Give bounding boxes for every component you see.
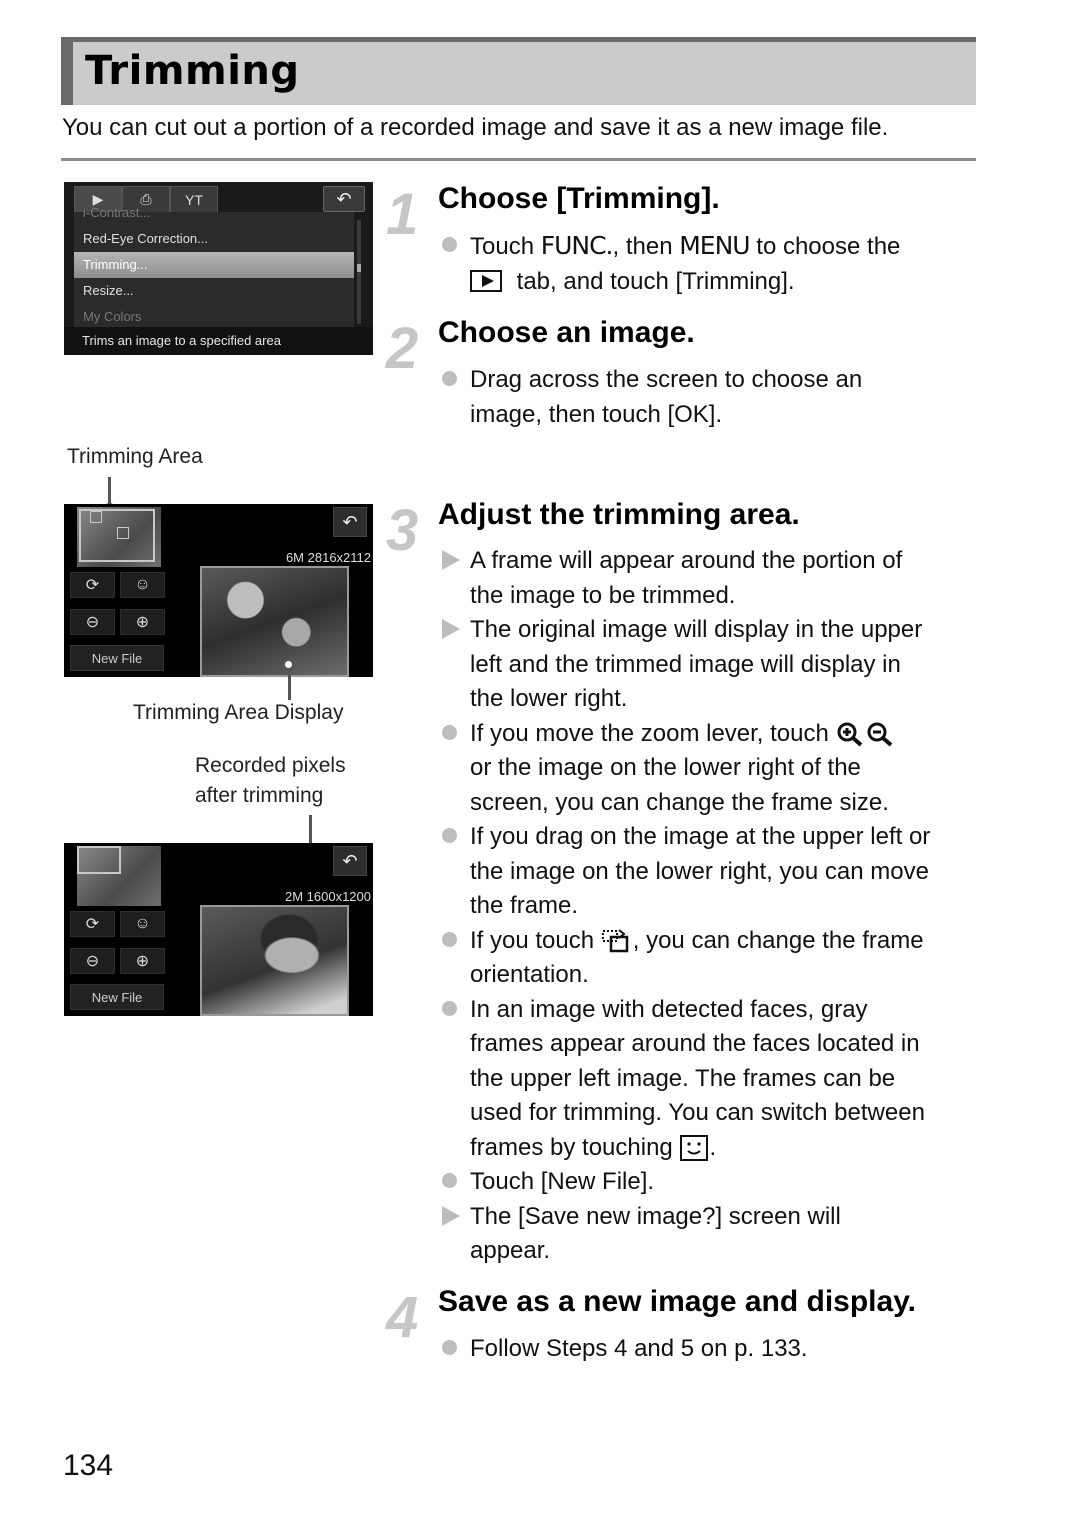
intro-text: You can cut out a portion of a recorded … (62, 114, 889, 141)
step-1-bullets: Touch FUNC., then MENU to choose the tab… (440, 229, 980, 299)
step-number: 2 (386, 316, 419, 381)
bullet-item: Touch [New File]. (440, 1165, 980, 1200)
face-select-icon (680, 1135, 709, 1162)
step-number: 3 (386, 498, 419, 563)
page-number: 134 (63, 1449, 114, 1482)
zoom-in-icon: ⊕ (135, 953, 150, 970)
bullet-item: In an image with detected faces, gray fr… (440, 993, 980, 1166)
recorded-pixels-label: 2M 1600x1200 (284, 889, 371, 904)
step-title: Choose [Trimming]. (438, 182, 720, 215)
bullet-dot-icon (440, 363, 460, 397)
bullet-dot-icon (440, 820, 460, 854)
header-divider (61, 158, 976, 161)
page-title: Trimming (85, 48, 300, 94)
face-select-icon: ☺ (134, 576, 151, 593)
camera-menu-screenshot: ▶ ⎙ YT ↶ i-Contrast... Red-Eye Correctio… (64, 182, 373, 355)
menu-item-trimming[interactable]: Trimming... (74, 252, 354, 278)
section-title-bar: Trimming (61, 37, 976, 105)
face-select-button[interactable]: ☺ (120, 911, 165, 937)
recorded-pixels-label: 6M 2816x2112 (285, 550, 371, 565)
step-title: Choose an image. (438, 316, 695, 349)
zoom-in-button[interactable]: ⊕ (120, 609, 165, 635)
zoom-in-button[interactable]: ⊕ (120, 948, 165, 974)
bullet-item: Touch FUNC., then MENU to choose the tab… (440, 229, 980, 299)
menu-help-text: Trims an image to a specified area (64, 327, 373, 355)
trim-screen-adjust: ↶ 6M 2816x2112 ⟳ ☺ ⊖ ⊕ New File (64, 504, 373, 677)
rotate-frame-icon (601, 929, 628, 953)
zoom-in-icon: ⊕ (135, 614, 150, 631)
step-3-bullets: A frame will appear around the portion o… (440, 544, 980, 1269)
zoom-out-icon: ⊖ (85, 614, 100, 631)
bullet-dot-icon (440, 924, 460, 958)
func-button-label: FUNC. (540, 231, 614, 260)
menu-item-i-contrast[interactable]: i-Contrast... (74, 200, 354, 226)
bullet-item: Follow Steps 4 and 5 on p. 133. (440, 1332, 980, 1367)
rotate-frame-icon: ⟳ (85, 577, 100, 594)
bullet-dot-icon (440, 1165, 460, 1199)
face-frame (117, 527, 129, 539)
bullet-item: The original image will display in the u… (440, 613, 980, 717)
bullet-item: Drag across the screen to choose an imag… (440, 363, 980, 432)
back-arrow-icon: ↶ (342, 850, 358, 871)
bullet-dot-icon (440, 993, 460, 1027)
trimmed-image-preview[interactable] (200, 905, 349, 1016)
menu-button-label: MENU (679, 231, 750, 260)
step-4-bullets: Follow Steps 4 and 5 on p. 133. (440, 1332, 980, 1367)
bullet-item: If you drag on the image at the upper le… (440, 820, 980, 924)
menu-list: i-Contrast... Red-Eye Correction... Trim… (74, 205, 354, 327)
result-arrow-icon (440, 613, 460, 647)
step-number: 4 (386, 1285, 419, 1350)
menu-item-resize[interactable]: Resize... (74, 278, 354, 304)
bullet-item: A frame will appear around the portion o… (440, 544, 980, 613)
trim-screen-trimmed: ↶ 2M 1600x1200 ⟳ ☺ ⊖ ⊕ New File (64, 843, 373, 1016)
bullet-dot-icon (440, 229, 460, 263)
original-image-thumbnail[interactable] (77, 507, 161, 567)
zoom-out-icon: ⊖ (85, 953, 100, 970)
trimmed-image-preview[interactable] (200, 566, 349, 677)
original-image-thumbnail[interactable] (77, 846, 161, 906)
step-number: 1 (386, 182, 419, 247)
step-2-bullets: Drag across the screen to choose an imag… (440, 363, 980, 432)
zoom-out-button[interactable]: ⊖ (70, 948, 115, 974)
menu-scrollbar[interactable] (357, 220, 361, 324)
step-title: Save as a new image and display. (438, 1285, 916, 1318)
bullet-dot-icon (440, 1332, 460, 1366)
bullet-item: The [Save new image?] screen will appear… (440, 1200, 980, 1269)
result-arrow-icon (440, 1200, 460, 1234)
zoom-out-button[interactable]: ⊖ (70, 609, 115, 635)
back-arrow-icon: ↶ (342, 511, 358, 532)
playback-tab-icon (470, 269, 502, 292)
rotate-frame-button[interactable]: ⟳ (70, 572, 115, 598)
face-frame (90, 511, 102, 523)
rotate-frame-icon: ⟳ (85, 916, 100, 933)
callout-recorded-pixels-line1: Recorded pixels (195, 754, 346, 777)
callout-trimming-area-display: Trimming Area Display (133, 701, 344, 724)
zoom-out-icon (867, 722, 892, 747)
new-file-button[interactable]: New File (70, 984, 164, 1010)
bullet-item: If you touch , you can change the frame … (440, 924, 980, 993)
menu-item-red-eye-correction[interactable]: Red-Eye Correction... (74, 226, 354, 252)
face-select-button[interactable]: ☺ (120, 572, 165, 598)
bullet-item: If you move the zoom lever, touch or the… (440, 717, 980, 821)
zoom-in-icon (837, 722, 862, 747)
bullet-dot-icon (440, 717, 460, 751)
back-button[interactable]: ↶ (333, 507, 367, 537)
new-file-button[interactable]: New File (70, 645, 164, 671)
trimming-area-frame[interactable] (77, 846, 121, 874)
callout-recorded-pixels-line2: after trimming (195, 784, 324, 807)
result-arrow-icon (440, 544, 460, 578)
rotate-frame-button[interactable]: ⟳ (70, 911, 115, 937)
leader-dot (283, 659, 294, 670)
back-button[interactable]: ↶ (333, 846, 367, 876)
face-select-icon: ☺ (134, 915, 151, 932)
callout-trimming-area: Trimming Area (67, 445, 203, 468)
step-title: Adjust the trimming area. (438, 498, 800, 531)
menu-scrollbar-thumb[interactable] (357, 264, 361, 272)
